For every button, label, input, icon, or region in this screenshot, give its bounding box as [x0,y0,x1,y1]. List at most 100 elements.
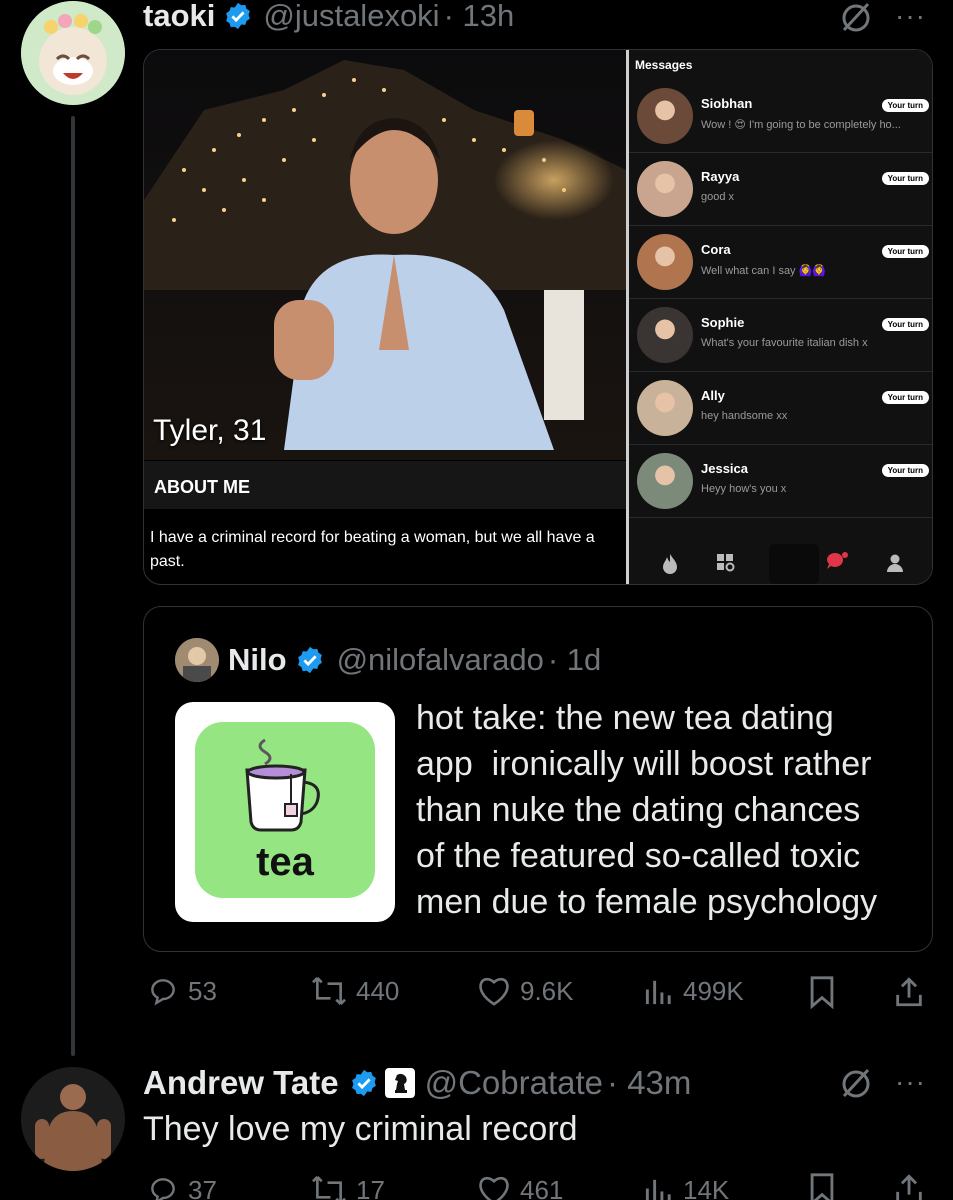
tweet1-media[interactable]: Tyler, 31 ABOUT ME I have a criminal rec… [143,49,933,585]
message-row[interactable]: Jessica Heyy how's you x Your turn [629,445,932,518]
repost-button[interactable]: 17 [310,1174,385,1200]
share-button[interactable] [893,975,925,1014]
your-turn-badge: Your turn [881,464,929,477]
share-icon [896,1174,922,1200]
tweet1-header: taoki @justalexoki · 13h [143,0,514,36]
match-avatar[interactable] [637,453,693,509]
match-name: Jessica [701,461,748,476]
profile-icon[interactable] [887,554,903,572]
your-turn-badge: Your turn [881,99,929,112]
tea-app-icon: tea [195,722,375,898]
likes-thumbnail[interactable] [769,544,819,584]
match-name: Rayya [701,169,740,184]
quote-text-line: men due to female psychology [416,883,878,921]
repost-count: 17 [356,1174,385,1200]
match-name: Sophie [701,315,745,330]
tweet2-author-name[interactable]: Andrew Tate [143,1064,339,1102]
tweet2-time[interactable]: · 43m [607,1064,691,1102]
your-turn-badge: Your turn [881,172,929,185]
bookmark-button[interactable] [806,1172,838,1200]
quote-text-line: hot take: the new tea dating [416,699,834,737]
bookmark-icon [810,1173,834,1200]
match-avatar[interactable] [637,380,693,436]
quote-time[interactable]: · 1d [548,642,601,678]
tweet1-handle[interactable]: @justalexoki [263,0,439,34]
about-heading-bar: ABOUT ME [144,461,626,509]
match-name: Siobhan [701,96,753,111]
your-turn-badge: Your turn [881,391,929,404]
views-button[interactable]: 499K [643,975,744,1007]
views-icon [645,980,671,1005]
tea-app-image[interactable]: tea [175,702,395,922]
flame-icon[interactable] [661,554,679,574]
andrew-tate-avatar[interactable] [21,1067,125,1171]
messages-panel: Messages Siobhan Wow ! 😍 I'm going to be … [629,50,932,584]
profile-photo [144,50,626,460]
like-button[interactable]: 461 [476,1174,563,1200]
message-row[interactable]: Siobhan Wow ! 😍 I'm going to be completel… [629,80,932,153]
like-count: 9.6K [520,975,574,1006]
your-turn-badge: Your turn [881,245,929,258]
quote-header: Nilo @nilofalvarado · 1d [228,639,601,681]
tweet2-text: They love my criminal record [143,1110,578,1148]
tweet2-handle[interactable]: @Cobratate [425,1064,603,1102]
message-row[interactable]: Ally hey handsome xx Your turn [629,372,932,445]
explore-icon[interactable] [717,554,737,572]
match-avatar[interactable] [637,161,693,217]
reply-count: 37 [188,1174,217,1200]
grok-icon[interactable] [838,0,874,36]
reply-button[interactable]: 37 [146,1174,217,1200]
chat-icon[interactable] [825,552,849,574]
tweet1-more-icon[interactable]: ··· [895,0,926,32]
grok-icon[interactable] [838,1066,874,1102]
verified-badge-icon [295,645,325,675]
quote-author-name[interactable]: Nilo [228,642,287,678]
tea-app-label: tea [256,840,314,884]
repost-icon [312,1175,346,1200]
repost-button[interactable]: 440 [310,975,399,1007]
share-button[interactable] [893,1172,925,1200]
affiliate-chess-icon [384,1068,415,1098]
heart-icon [479,1177,509,1200]
message-row[interactable]: Rayya good x Your turn [629,153,932,226]
bookmark-icon [810,976,834,1010]
message-row[interactable]: Cora Well what can I say 🙆‍♀️🙆‍♀️ Your tur… [629,226,932,299]
heart-icon [479,978,509,1006]
views-count: 499K [683,975,744,1006]
share-icon [896,977,922,1007]
tweet2-more-icon[interactable]: ··· [895,1066,926,1098]
message-preview: Wow ! 😍 I'm going to be completely ho... [701,119,901,131]
like-button[interactable]: 9.6K [476,975,574,1007]
reply-button[interactable]: 53 [146,975,217,1007]
match-name: Ally [701,388,725,403]
views-count: 14K [683,1174,730,1200]
match-name: Cora [701,242,731,257]
your-turn-badge: Your turn [881,318,929,331]
views-button[interactable]: 14K [643,1174,729,1200]
tea-cup-icon [245,738,320,832]
quoted-tweet[interactable]: Nilo @nilofalvarado · 1d tea hot take: t… [143,606,933,952]
match-avatar[interactable] [637,234,693,290]
profile-name-age: Tyler, 31 [153,414,267,447]
tweet1-time[interactable]: · 13h [444,0,515,34]
taoki-avatar[interactable] [21,1,125,105]
about-text: I have a criminal record for beating a w… [150,529,595,570]
nilo-avatar[interactable] [175,638,219,682]
repost-icon [312,976,346,1006]
thread-line [71,116,75,1056]
like-count: 461 [520,1174,564,1200]
verified-badge-icon [223,1,253,31]
about-heading: ABOUT ME [154,477,250,497]
quote-handle[interactable]: @nilofalvarado [337,642,544,678]
reply-icon [151,1178,175,1200]
verified-badge-icon [349,1068,379,1098]
tweet2-header: Andrew Tate @Cobratate · 43m [143,1062,691,1104]
match-avatar[interactable] [637,307,693,363]
quote-text: hot take: the new tea dating app ironica… [416,695,877,925]
match-avatar[interactable] [637,88,693,144]
tweet1-author-name[interactable]: taoki [143,0,215,34]
quote-text-line: of the featured so-called toxic [416,837,861,875]
bookmark-button[interactable] [806,975,838,1014]
message-row[interactable]: Sophie What's your favourite italian dish… [629,299,932,372]
quote-text-line: app ironically will boost rather [416,745,872,783]
